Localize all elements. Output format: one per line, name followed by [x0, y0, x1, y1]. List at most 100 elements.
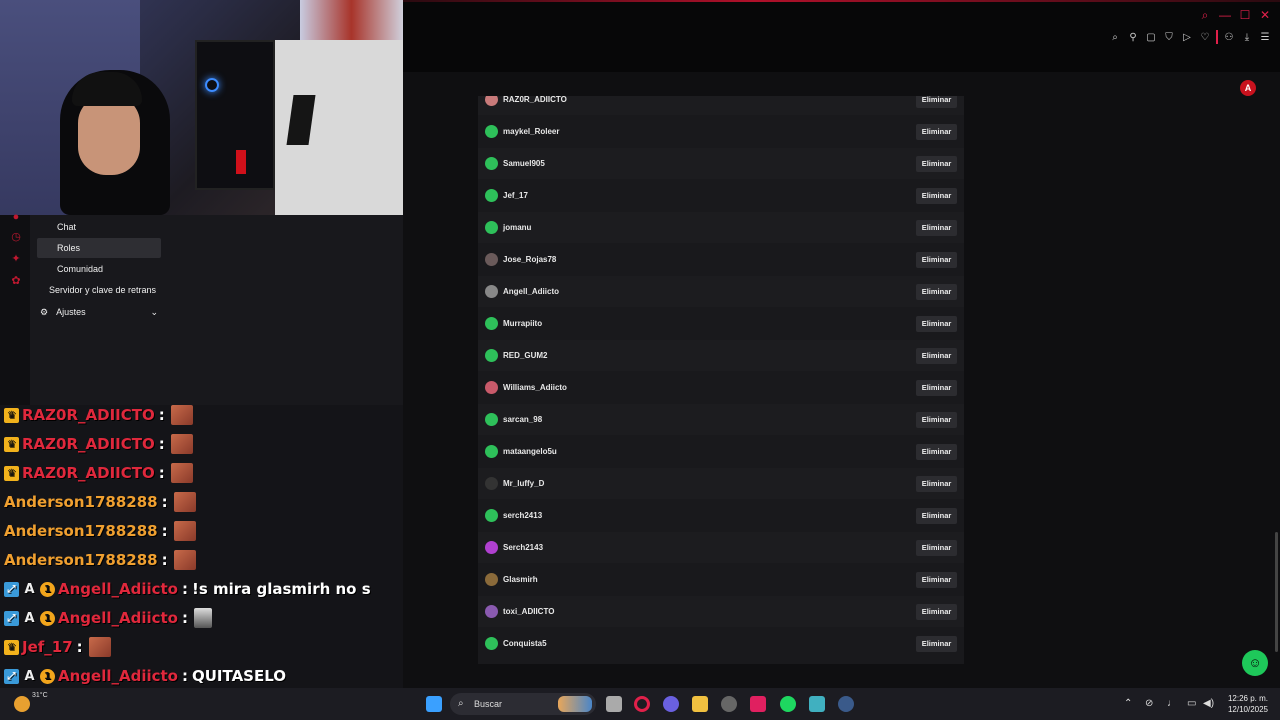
help-chat-button[interactable]: ☺ [1242, 650, 1268, 676]
remove-user-button[interactable]: Eliminar [916, 444, 957, 460]
microphone-icon[interactable]: ♩ [1167, 698, 1177, 709]
system-clock[interactable]: 12:26 p. m. 12/10/2025 [1228, 693, 1268, 715]
remove-user-button[interactable]: Eliminar [916, 316, 957, 332]
username: Murrapiito [503, 319, 543, 328]
chat-username[interactable]: Anderson1788288 [4, 551, 158, 569]
chat-message: ♛ RAZ0R_ADIICTO: [4, 431, 193, 457]
minimize-icon[interactable]: — [1218, 8, 1232, 22]
search-icon[interactable]: ⌕ [1198, 8, 1212, 22]
avatar [485, 573, 498, 586]
tiktok-icon[interactable] [750, 696, 766, 712]
chat-separator: : [158, 435, 165, 453]
menu-icon[interactable]: ☰ [1258, 30, 1272, 44]
one-badge-icon: 1 [40, 581, 55, 597]
avatar [485, 477, 498, 490]
emote-image [88, 637, 111, 657]
chat-username[interactable]: RAZ0R_ADIICTO [22, 464, 155, 482]
network-icon[interactable]: ▭ [1187, 698, 1196, 709]
weather-label: 31°C [32, 692, 48, 699]
discord-icon[interactable] [663, 696, 679, 712]
avatar [485, 541, 498, 554]
avatar [485, 317, 498, 330]
remove-user-button[interactable]: Eliminar [916, 220, 957, 236]
chat-separator: : [158, 464, 165, 482]
remove-user-button[interactable]: Eliminar [916, 252, 957, 268]
chat-username[interactable]: Angell_Adiicto [58, 667, 178, 685]
username: jomanu [503, 223, 532, 232]
pin-icon[interactable]: ⚲ [1126, 30, 1140, 44]
record-icon[interactable]: ● [10, 211, 22, 223]
menu-item-server-key[interactable]: Servidor y clave de retrans [49, 280, 156, 300]
chat-username[interactable]: Anderson1788288 [4, 522, 158, 540]
shield-icon[interactable]: ⛉ [1162, 30, 1176, 44]
remove-user-button[interactable]: Eliminar [916, 284, 957, 300]
app-icon[interactable] [809, 696, 825, 712]
heart-icon[interactable]: ♡ [1198, 30, 1212, 44]
settings-icon[interactable]: ✿ [10, 274, 22, 287]
menu-item-chat[interactable]: Chat [57, 217, 76, 237]
remove-user-button[interactable]: Eliminar [916, 412, 957, 428]
wifi-off-icon[interactable]: ⊘ [1145, 698, 1153, 709]
zoom-icon[interactable]: ⌕ [1108, 30, 1122, 44]
remove-user-button[interactable]: Eliminar [916, 540, 957, 556]
puzzle-icon[interactable]: ✦ [10, 252, 22, 265]
search-input[interactable]: Buscar [474, 693, 502, 715]
crown-badge-icon: ♛ [4, 436, 19, 452]
close-icon[interactable]: ✕ [1258, 8, 1272, 22]
download-icon[interactable]: ⤓ [1240, 30, 1254, 44]
remove-user-button[interactable]: Eliminar [916, 508, 957, 524]
remove-user-button[interactable]: Eliminar [916, 380, 957, 396]
chat-message: ⤢ A 1 Angell_Adiicto: [4, 605, 212, 631]
settings-menu: Chat Roles Comunidad Servidor y clave de… [30, 215, 403, 410]
username: sarcan_98 [503, 415, 543, 424]
avatar [485, 253, 498, 266]
snapshot-icon[interactable]: ▢ [1144, 30, 1158, 44]
taskbar-search[interactable]: ⌕ Buscar [450, 693, 596, 715]
username: Jef_17 [503, 191, 528, 200]
weather-icon[interactable] [14, 696, 30, 712]
maximize-icon[interactable]: ☐ [1238, 8, 1252, 22]
chat-message: Anderson1788288: [4, 489, 196, 515]
play-icon[interactable]: ▷ [1180, 30, 1194, 44]
browser-topbar: ⌕ — ☐ ✕ ⌕ ⚲ ▢ ⛉ ▷ ♡ ⚇ ⤓ ☰ [403, 0, 1280, 72]
chat-username[interactable]: Jef_17 [22, 638, 73, 656]
account-icon[interactable]: ⚇ [1222, 30, 1236, 44]
task-view-icon[interactable] [606, 696, 622, 712]
username: maykel_Roleer [503, 127, 560, 136]
username: Williams_Adiicto [503, 383, 567, 392]
obs-icon[interactable] [721, 696, 737, 712]
remove-user-button[interactable]: Eliminar [916, 156, 957, 172]
avatar [485, 125, 498, 138]
opera-gx-icon[interactable] [634, 696, 650, 712]
chat-username[interactable]: RAZ0R_ADIICTO [22, 435, 155, 453]
remove-user-button[interactable]: Eliminar [916, 636, 957, 652]
start-icon[interactable] [426, 696, 442, 712]
chat-username[interactable]: Angell_Adiicto [58, 580, 178, 598]
remove-user-button[interactable]: Eliminar [916, 124, 957, 140]
browser-toolbar: ⌕ ⚲ ▢ ⛉ ▷ ♡ ⚇ ⤓ ☰ [1108, 30, 1272, 44]
spotify-icon[interactable] [780, 696, 796, 712]
remove-user-button[interactable]: Eliminar [916, 188, 957, 204]
chat-username[interactable]: Anderson1788288 [4, 493, 158, 511]
brand-logo-icon[interactable]: A [1240, 80, 1256, 96]
one-badge-icon: 1 [40, 668, 55, 684]
menu-item-ajustes[interactable]: ⚙ Ajustes ⌄ [40, 302, 158, 322]
file-explorer-icon[interactable] [692, 696, 708, 712]
tray-chevron-up-icon[interactable]: ⌃ [1124, 698, 1132, 709]
chat-username[interactable]: RAZ0R_ADIICTO [22, 406, 155, 424]
volume-icon[interactable]: ◀) [1203, 698, 1214, 709]
menu-item-label: Servidor y clave de retrans [49, 285, 157, 295]
remove-user-button[interactable]: Eliminar [916, 572, 957, 588]
menu-item-comunidad[interactable]: Comunidad [57, 259, 103, 279]
clock-icon[interactable]: ◷ [10, 230, 22, 243]
chat-username[interactable]: Angell_Adiicto [58, 609, 178, 627]
remove-user-button[interactable]: Eliminar [916, 604, 957, 620]
steam-icon[interactable] [838, 696, 854, 712]
scrollbar[interactable] [1275, 532, 1278, 652]
remove-user-button[interactable]: Eliminar [916, 476, 957, 492]
menu-item-roles[interactable]: Roles [37, 238, 161, 258]
avatar [485, 221, 498, 234]
remove-user-button[interactable]: Eliminar [916, 348, 957, 364]
remove-user-button[interactable]: Eliminar [916, 96, 957, 108]
chat-message: ♛ Jef_17: [4, 634, 111, 660]
